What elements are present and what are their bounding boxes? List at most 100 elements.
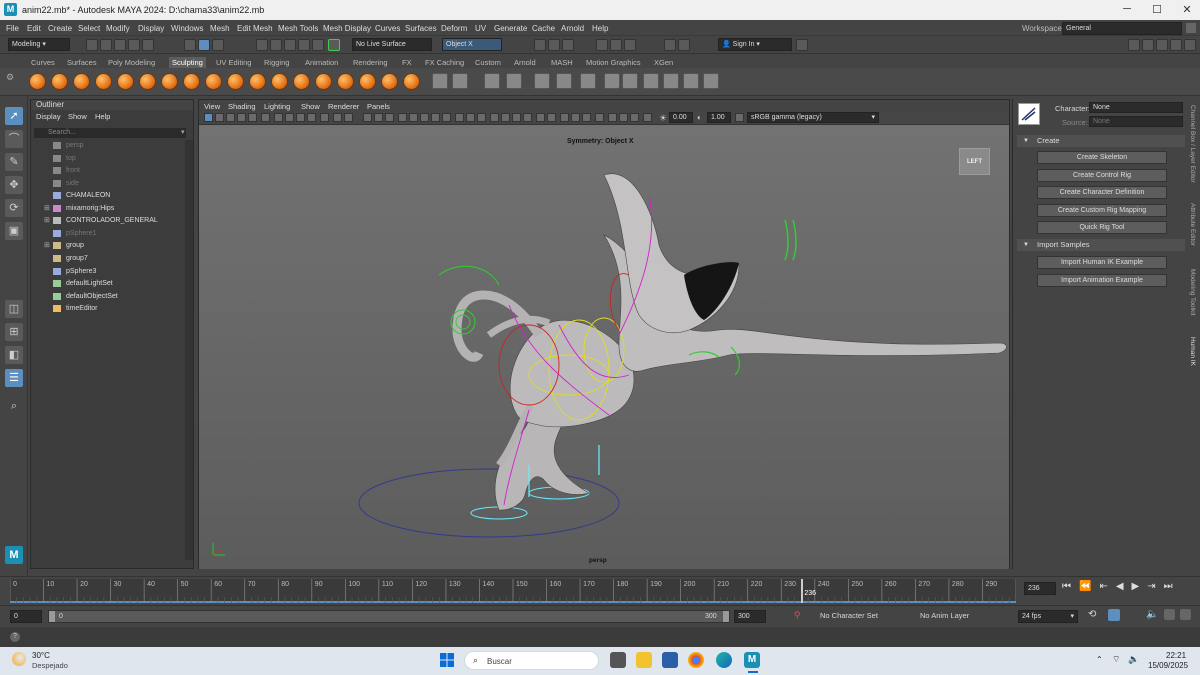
viewport-tool-icon[interactable] <box>619 113 628 122</box>
sculpt-settings-icon[interactable] <box>432 73 448 89</box>
hik-import-human-ik-example-button[interactable]: Import Human IK Example <box>1037 256 1167 269</box>
maximize-button[interactable]: ☐ <box>1148 3 1166 16</box>
select-tool-icon[interactable]: ➚ <box>5 107 23 125</box>
outliner-scrollbar[interactable] <box>185 140 193 560</box>
viewport-tool-icon[interactable] <box>643 113 652 122</box>
outliner-toggle-icon[interactable] <box>1184 39 1196 51</box>
menu-curves[interactable]: Curves <box>375 24 400 33</box>
sound-icon[interactable]: 🔈 <box>1146 609 1158 620</box>
viewport-tool-icon[interactable] <box>490 113 499 122</box>
outliner-menu-display[interactable]: Display <box>36 112 61 121</box>
single-view-layout-icon[interactable]: ◫ <box>5 300 23 318</box>
four-view-layout-icon[interactable]: ⊞ <box>5 323 23 341</box>
bulge-brush-icon[interactable] <box>359 73 376 90</box>
viewport-tool-icon[interactable] <box>320 113 329 122</box>
view-transform-select[interactable]: sRGB gamma (legacy) ▾ <box>747 112 879 123</box>
menu-uv[interactable]: UV <box>475 24 486 33</box>
weather-moon-icon[interactable] <box>12 652 26 666</box>
viewport-menu-renderer[interactable]: Renderer <box>328 102 359 111</box>
shelf-tab-fx-caching[interactable]: FX Caching <box>425 58 464 67</box>
tool-settings-toggle-icon[interactable] <box>1156 39 1168 51</box>
mesh-tools-icon[interactable] <box>604 73 620 89</box>
viewport-tool-icon[interactable] <box>344 113 353 122</box>
menu-set-select[interactable]: Modeling ▾ <box>8 38 70 51</box>
arnold-ipr-icon[interactable] <box>624 39 636 51</box>
arnold-render-icon[interactable] <box>610 39 622 51</box>
mask-icon[interactable] <box>506 73 522 89</box>
viewport-menu-panels[interactable]: Panels <box>367 102 390 111</box>
shelf-tab-animation[interactable]: Animation <box>305 58 338 67</box>
anim-prefs-icon[interactable] <box>1164 609 1175 620</box>
file-explorer-icon[interactable] <box>636 652 652 668</box>
viewport-tool-icon[interactable] <box>215 113 224 122</box>
menu-modify[interactable]: Modify <box>106 24 130 33</box>
viewport-tool-icon[interactable] <box>571 113 580 122</box>
outliner-item[interactable]: ⊞ CONTROLADOR_GENERAL <box>31 215 185 227</box>
camera-icon[interactable] <box>703 73 719 89</box>
outliner-layout-icon[interactable]: ☰ <box>5 369 23 387</box>
attribute-editor-toggle-icon[interactable] <box>1142 39 1154 51</box>
viewport-tool-icon[interactable] <box>431 113 440 122</box>
layers-icon[interactable] <box>643 73 659 89</box>
volume-icon[interactable]: 🔈 <box>1128 654 1139 665</box>
viewport-tool-icon[interactable] <box>501 113 510 122</box>
side-tab-channel-box[interactable]: Channel Box / Layer Editor <box>1189 105 1196 183</box>
viewport-tool-icon[interactable] <box>560 113 569 122</box>
wifi-icon[interactable]: ⌔ <box>1112 654 1120 665</box>
viewport-tool-icon[interactable] <box>363 113 372 122</box>
animation-start-field[interactable]: 0 <box>10 610 42 623</box>
viewport-tool-icon[interactable] <box>374 113 383 122</box>
expand-icon[interactable]: ⊞ <box>44 241 50 249</box>
minimize-button[interactable]: ─ <box>1118 3 1136 15</box>
show-hidden-icons-icon[interactable]: ⌃ <box>1096 655 1103 664</box>
workspace-lock-icon[interactable] <box>1186 23 1196 33</box>
channel-box-toggle-icon[interactable] <box>1170 39 1182 51</box>
wireframe-icon[interactable] <box>534 73 550 89</box>
shelf-tab-curves[interactable]: Curves <box>31 58 55 67</box>
viewport-tool-icon[interactable] <box>248 113 257 122</box>
open-scene-icon[interactable] <box>100 39 112 51</box>
viewport-tool-icon[interactable] <box>466 113 475 122</box>
range-slider[interactable]: 0 300 <box>48 610 730 623</box>
convert-freeze-icon[interactable] <box>484 73 500 89</box>
viewport-tool-icon[interactable] <box>512 113 521 122</box>
menu-arnold[interactable]: Arnold <box>561 24 584 33</box>
outliner-item[interactable]: pSphere3 <box>31 266 185 278</box>
current-frame-field[interactable]: 236 <box>1024 582 1056 595</box>
select-component-icon[interactable] <box>212 39 224 51</box>
fps-select[interactable]: 24 fps ▾ <box>1018 610 1078 623</box>
world-icon[interactable] <box>683 73 699 89</box>
shelf-tab-arnold[interactable]: Arnold <box>514 58 536 67</box>
snap-surface-icon[interactable] <box>328 39 340 51</box>
weather-temp[interactable]: 30°C <box>32 651 50 660</box>
modeling-toolkit-toggle-icon[interactable] <box>1128 39 1140 51</box>
amplify-brush-icon[interactable] <box>381 73 398 90</box>
viewport-tool-icon[interactable] <box>285 113 294 122</box>
pose-icon[interactable] <box>556 73 572 89</box>
render-icon[interactable] <box>534 39 546 51</box>
outliner-item[interactable]: persp <box>31 140 185 152</box>
fill-brush-icon[interactable] <box>293 73 310 90</box>
symmetry-field[interactable]: Object X <box>442 38 502 51</box>
smooth-brush-icon[interactable] <box>51 73 68 90</box>
edge-icon[interactable] <box>716 652 732 668</box>
maya-taskbar-icon[interactable]: M <box>744 652 760 668</box>
spray-brush-icon[interactable] <box>183 73 200 90</box>
current-time-indicator[interactable] <box>801 579 804 603</box>
taskbar-time[interactable]: 22:21 <box>1166 651 1186 660</box>
viewport-3d-scene[interactable]: Symmetry: Object X LEFT persp <box>199 125 1009 569</box>
outliner-item[interactable]: CHAMALEON <box>31 190 185 202</box>
chrome-icon[interactable] <box>688 652 704 668</box>
snap-point-icon[interactable] <box>284 39 296 51</box>
viewport-tool-icon[interactable] <box>547 113 556 122</box>
menu-mesh[interactable]: Mesh <box>210 24 230 33</box>
go-to-end-icon[interactable]: ⏭ <box>1164 581 1181 592</box>
save-scene-icon[interactable] <box>114 39 126 51</box>
viewport-menu-shading[interactable]: Shading <box>228 102 256 111</box>
viewport-menu-lighting[interactable]: Lighting <box>264 102 290 111</box>
viewport-menu-show[interactable]: Show <box>301 102 320 111</box>
start-button[interactable] <box>440 653 454 667</box>
select-hierarchy-icon[interactable] <box>184 39 196 51</box>
source-select[interactable]: None <box>1089 116 1183 127</box>
viewport-tool-icon[interactable] <box>409 113 418 122</box>
